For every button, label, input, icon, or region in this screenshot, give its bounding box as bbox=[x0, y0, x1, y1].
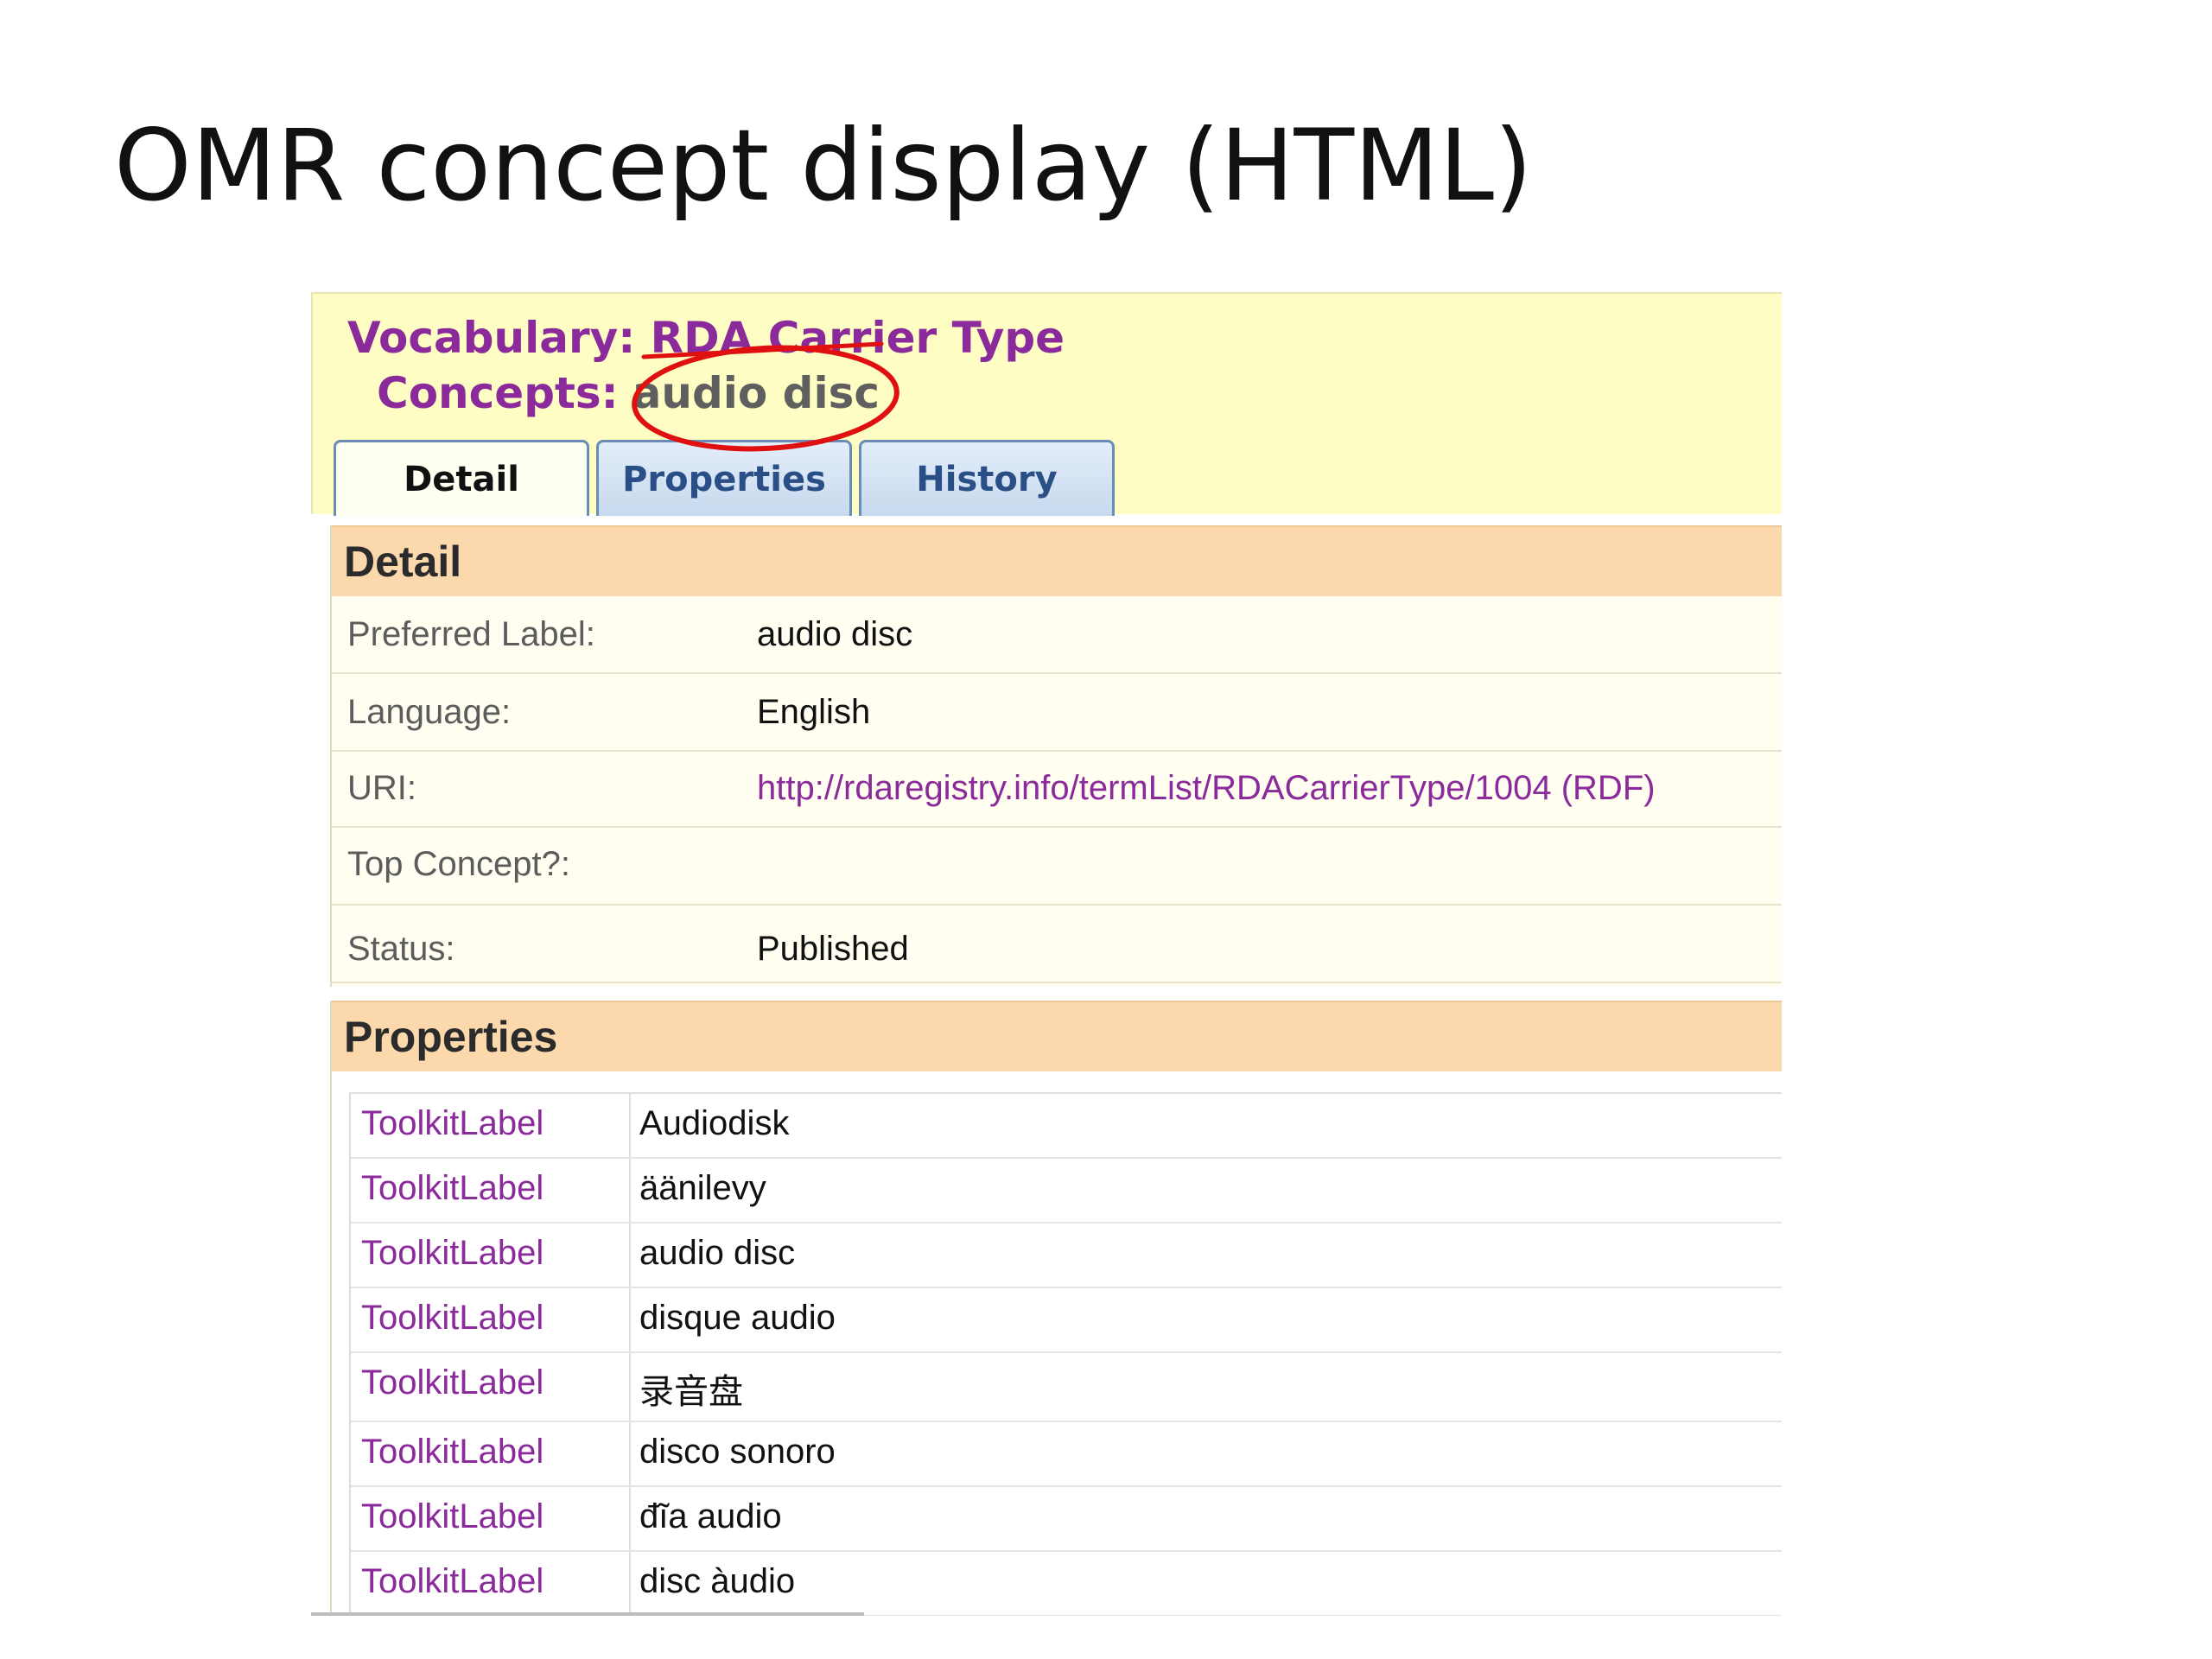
tab-label: History bbox=[916, 459, 1058, 499]
detail-label: Preferred Label: bbox=[347, 615, 595, 653]
uri-link[interactable]: http://rdaregistry.info/termList/RDACarr… bbox=[757, 769, 1656, 808]
property-link[interactable]: ToolkitLabel bbox=[361, 1562, 543, 1601]
properties-panel: Properties ToolkitLabel Audiodisk Toolkit… bbox=[330, 1001, 1782, 1616]
table-row: ToolkitLabel disco sonoro bbox=[351, 1422, 1782, 1487]
properties-heading: Properties bbox=[332, 1001, 1782, 1071]
property-value: 录音盘 bbox=[639, 1373, 743, 1411]
column-divider bbox=[629, 1487, 631, 1550]
detail-value: Published bbox=[757, 930, 909, 968]
column-divider bbox=[629, 1224, 631, 1287]
detail-value: audio disc bbox=[757, 615, 913, 653]
table-row: ToolkitLabel äänilevy bbox=[351, 1159, 1782, 1224]
detail-label: Language: bbox=[347, 693, 512, 731]
detail-label: URI: bbox=[347, 769, 416, 807]
detail-label: Top Concept?: bbox=[347, 845, 570, 883]
column-divider bbox=[629, 1094, 631, 1157]
column-divider bbox=[629, 1353, 631, 1421]
column-divider bbox=[629, 1552, 631, 1615]
property-value: Audiodisk bbox=[639, 1104, 790, 1142]
detail-heading: Detail bbox=[332, 525, 1782, 596]
tab-label: Detail bbox=[404, 459, 519, 499]
detail-row-top-concept: Top Concept?: bbox=[332, 828, 1782, 906]
property-link[interactable]: ToolkitLabel bbox=[361, 1234, 543, 1273]
table-row: ToolkitLabel disc àudio bbox=[351, 1552, 1782, 1616]
concept-name: audio disc bbox=[632, 368, 880, 418]
tab-detail[interactable]: Detail bbox=[334, 440, 589, 516]
tab-properties[interactable]: Properties bbox=[596, 440, 852, 516]
property-value: disc àudio bbox=[639, 1562, 796, 1600]
bottom-divider bbox=[311, 1612, 864, 1616]
concepts-heading: Concepts: audio disc bbox=[377, 368, 880, 418]
vocabulary-text: Vocabulary: RDA Carrier Type bbox=[347, 313, 1065, 363]
concept-header: Vocabulary: RDA Carrier Type Concepts: au… bbox=[311, 292, 1782, 516]
property-link[interactable]: ToolkitLabel bbox=[361, 1299, 543, 1338]
table-row: ToolkitLabel audio disc bbox=[351, 1224, 1782, 1288]
vocabulary-heading: Vocabulary: RDA Carrier Type bbox=[347, 313, 1065, 363]
concepts-label: Concepts: bbox=[377, 368, 619, 418]
property-link[interactable]: ToolkitLabel bbox=[361, 1104, 543, 1143]
property-value: äänilevy bbox=[639, 1169, 766, 1207]
table-row: ToolkitLabel Audiodisk bbox=[351, 1094, 1782, 1159]
slide-title: OMR concept display (HTML) bbox=[114, 108, 1533, 223]
table-row: ToolkitLabel đĩa audio bbox=[351, 1487, 1782, 1552]
table-row: ToolkitLabel 录音盘 bbox=[351, 1353, 1782, 1422]
column-divider bbox=[629, 1288, 631, 1351]
detail-row-preferred-label: Preferred Label: audio disc bbox=[332, 596, 1782, 674]
property-value: disco sonoro bbox=[639, 1433, 836, 1471]
tab-label: Properties bbox=[622, 459, 826, 499]
detail-row-status: Status: Published bbox=[332, 906, 1782, 983]
column-divider bbox=[629, 1159, 631, 1222]
detail-value: English bbox=[757, 693, 871, 731]
property-link[interactable]: ToolkitLabel bbox=[361, 1363, 543, 1402]
omr-screenshot: Vocabulary: RDA Carrier Type Concepts: au… bbox=[311, 292, 1782, 1616]
properties-table: ToolkitLabel Audiodisk ToolkitLabel äänile… bbox=[349, 1092, 1782, 1616]
column-divider bbox=[629, 1422, 631, 1485]
detail-label: Status: bbox=[347, 930, 455, 968]
property-value: đĩa audio bbox=[639, 1497, 782, 1535]
property-link[interactable]: ToolkitLabel bbox=[361, 1433, 543, 1471]
property-link[interactable]: ToolkitLabel bbox=[361, 1497, 543, 1536]
property-value: disque audio bbox=[639, 1299, 836, 1337]
detail-row-uri: URI: http://rdaregistry.info/termList/RD… bbox=[332, 752, 1782, 828]
detail-row-language: Language: English bbox=[332, 674, 1782, 752]
detail-panel: Detail Preferred Label: audio disc Langu… bbox=[330, 525, 1782, 987]
table-row: ToolkitLabel disque audio bbox=[351, 1288, 1782, 1353]
property-link[interactable]: ToolkitLabel bbox=[361, 1169, 543, 1208]
tab-history[interactable]: History bbox=[859, 440, 1115, 516]
property-value: audio disc bbox=[639, 1234, 796, 1272]
